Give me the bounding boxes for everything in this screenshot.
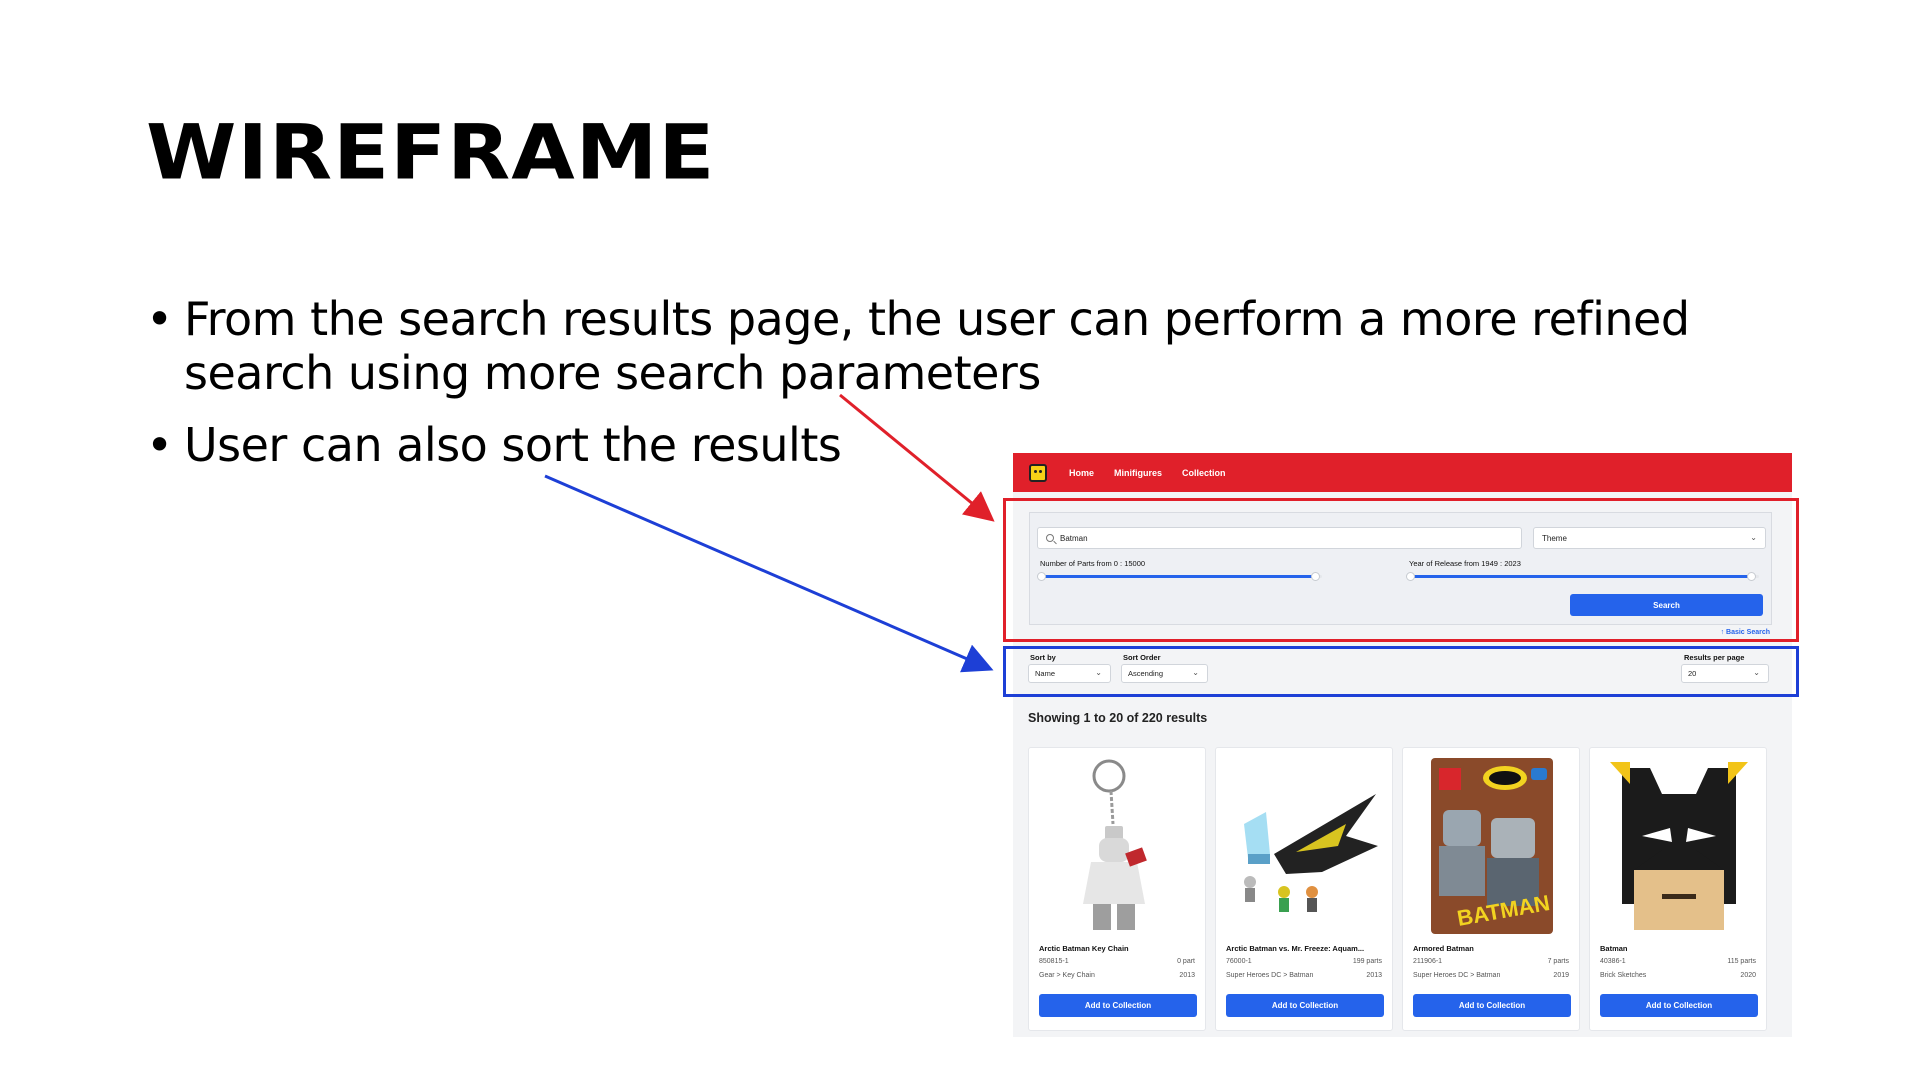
sort-arrow <box>544 474 994 673</box>
card-title[interactable]: Armored Batman <box>1413 944 1573 953</box>
card-theme: Super Heroes DC > Batman <box>1413 972 1501 979</box>
add-to-collection-button[interactable]: Add to Collection <box>1039 994 1197 1017</box>
card-year: 2013 <box>1366 972 1382 979</box>
results-count-heading: Showing 1 to 20 of 220 results <box>1028 711 1208 725</box>
card-set-number: 211906-1 <box>1413 958 1443 965</box>
nav-minifigures[interactable]: Minifigures <box>1114 468 1162 478</box>
batman-brick-sketch-icon <box>1610 762 1748 930</box>
card-parts: 7 parts <box>1547 958 1569 965</box>
card-theme: Gear > Key Chain <box>1039 972 1095 979</box>
bullet-refined-search: From the search results page, the user c… <box>146 292 1786 400</box>
card-parts: 0 part <box>1177 958 1195 965</box>
nav-collection[interactable]: Collection <box>1182 468 1226 478</box>
card-year: 2013 <box>1179 972 1195 979</box>
result-card[interactable]: Arctic Batman vs. Mr. Freeze: Aquam... 7… <box>1215 747 1393 1031</box>
card-title[interactable]: Batman <box>1600 944 1760 953</box>
sort-controls-highlight <box>1003 646 1799 697</box>
card-set-number: 40386-1 <box>1600 958 1626 965</box>
card-parts: 115 parts <box>1727 958 1756 965</box>
keychain-minifigure-icon <box>1083 759 1147 930</box>
card-title[interactable]: Arctic Batman vs. Mr. Freeze: Aquam... <box>1226 944 1386 953</box>
card-theme: Super Heroes DC > Batman <box>1226 972 1314 979</box>
lego-head-icon[interactable] <box>1029 463 1047 482</box>
add-to-collection-button[interactable]: Add to Collection <box>1226 994 1384 1017</box>
card-year: 2020 <box>1740 972 1756 979</box>
advanced-search-highlight <box>1003 498 1799 642</box>
result-card[interactable]: BATMAN Armored Batman 211906-1 7 parts S… <box>1402 747 1580 1031</box>
batwing-set-icon <box>1244 794 1378 912</box>
card-set-number: 76000-1 <box>1226 958 1252 965</box>
slide-title: WIREFRAME <box>146 109 716 197</box>
card-parts: 199 parts <box>1352 958 1382 965</box>
card-year: 2019 <box>1553 972 1569 979</box>
navbar: Home Minifigures Collection <box>1013 453 1792 492</box>
add-to-collection-button[interactable]: Add to Collection <box>1413 994 1571 1017</box>
add-to-collection-button[interactable]: Add to Collection <box>1600 994 1758 1017</box>
card-title[interactable]: Arctic Batman Key Chain <box>1039 944 1199 953</box>
results-grid: Arctic Batman Key Chain 850815-1 0 part … <box>1028 747 1767 1031</box>
foil-pack-icon: BATMAN <box>1431 758 1553 934</box>
result-card[interactable]: Arctic Batman Key Chain 850815-1 0 part … <box>1028 747 1206 1031</box>
card-set-number: 850815-1 <box>1039 958 1069 965</box>
result-card[interactable]: Batman 40386-1 115 parts Brick Sketches … <box>1589 747 1767 1031</box>
card-theme: Brick Sketches <box>1600 972 1647 979</box>
nav-home[interactable]: Home <box>1069 468 1094 478</box>
